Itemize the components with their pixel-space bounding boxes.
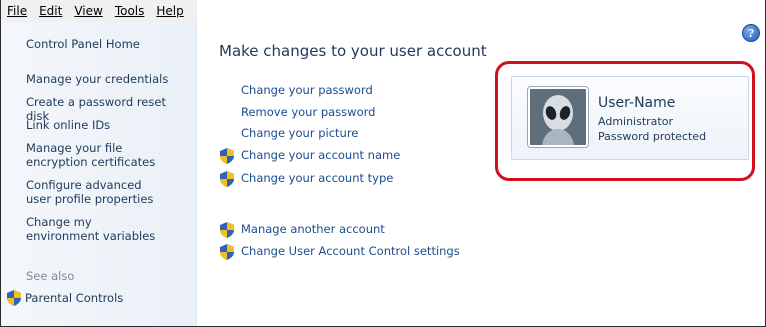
help-icon[interactable]: ? [742,24,760,42]
menu-bar: File Edit View Tools Help [1,0,197,23]
see-also-heading: See also [26,269,75,283]
sidebar: Control Panel Home Manage your credentia… [1,22,197,326]
menu-tools-label: Tools [114,4,145,18]
link-change-account-name[interactable]: Change your account name [241,148,400,162]
highlight-outline [495,61,755,181]
sidebar-item-advanced-profile[interactable]: Configure advanced user profile properti… [26,178,166,206]
menu-view[interactable]: View [68,0,108,22]
sidebar-item-link-online-ids[interactable]: Link online IDs [26,118,186,132]
sidebar-item-parental-controls[interactable]: Parental Controls [7,290,123,306]
sidebar-item-file-encryption[interactable]: Manage your file encryption certificates [26,141,184,169]
link-remove-password[interactable]: Remove your password [241,105,375,119]
link-uac-settings[interactable]: Change User Account Control settings [241,244,460,258]
menu-view-label: View [74,4,103,18]
menu-edit-label: Edit [39,4,63,18]
sidebar-item-environment-variables[interactable]: Change my environment variables [26,215,166,243]
shield-icon [220,171,234,187]
shield-icon [220,244,234,260]
sidebar-item-control-panel-home[interactable]: Control Panel Home [26,37,186,51]
shield-icon [7,290,21,306]
link-change-password[interactable]: Change your password [241,83,373,97]
shield-icon [220,148,234,164]
link-change-picture[interactable]: Change your picture [241,126,358,140]
link-manage-another-account[interactable]: Manage another account [241,222,385,236]
menu-edit[interactable]: Edit [33,0,68,22]
window: File Edit View Tools Help Control Panel … [0,0,766,327]
shield-icon [220,222,234,238]
menu-bar-spacer [197,0,765,22]
menu-help[interactable]: Help [150,0,189,22]
page-title: Make changes to your user account [219,42,487,60]
sidebar-item-manage-credentials[interactable]: Manage your credentials [26,72,186,86]
menu-file-label: File [7,4,28,18]
menu-help-label: Help [156,4,184,18]
menu-tools[interactable]: Tools [109,0,151,22]
link-change-account-type[interactable]: Change your account type [241,171,393,185]
parental-controls-label: Parental Controls [25,291,124,305]
menu-file[interactable]: File [1,0,33,22]
